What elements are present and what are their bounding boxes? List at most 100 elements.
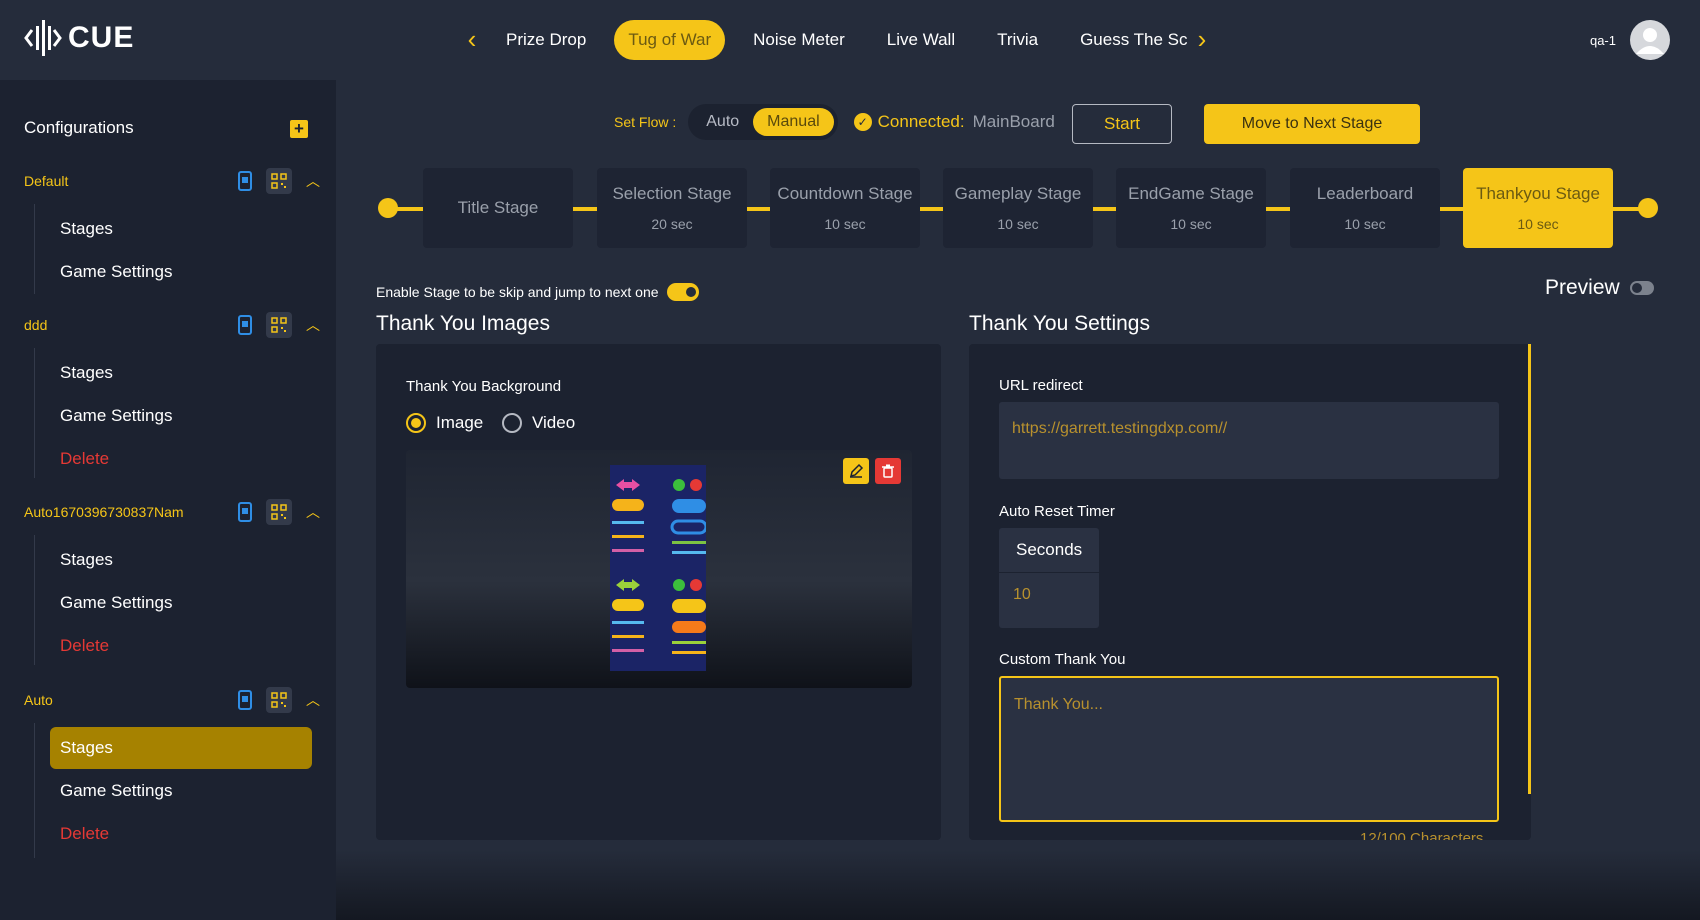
seconds-label: Seconds <box>1016 540 1083 559</box>
group-ddd[interactable]: ddd <box>24 317 47 333</box>
preview-toggle[interactable] <box>1629 281 1654 295</box>
mobile-icon[interactable] <box>232 168 258 194</box>
chevron-up-icon[interactable]: ︿ <box>306 690 320 710</box>
sidebar-item-game-settings[interactable]: Game Settings <box>50 251 312 293</box>
start-button[interactable]: Start <box>1072 104 1172 144</box>
connected-label: Connected: <box>877 112 965 131</box>
group-auto1670396730837nam[interactable]: Auto1670396730837Nam <box>24 504 184 520</box>
seconds-input[interactable]: 10 <box>1013 586 1031 604</box>
stage-time: 10 sec <box>997 216 1039 232</box>
avatar[interactable] <box>1630 20 1670 60</box>
game-nav-tabs: Prize Drop Tug of War Noise Meter Live W… <box>492 20 1201 60</box>
qr-code-icon[interactable] <box>266 312 292 338</box>
stage-time: 20 sec <box>651 216 693 232</box>
qr-code-icon[interactable] <box>266 687 292 713</box>
set-flow-label: Set Flow : <box>614 114 677 130</box>
stage-title[interactable]: Title Stage <box>423 168 573 248</box>
logo-text: CUE <box>68 21 135 54</box>
sidebar-item-stages[interactable]: Stages <box>50 208 312 250</box>
url-redirect-input[interactable]: https://garrett.testingdxp.com// <box>999 402 1499 479</box>
game-sprite-image <box>610 465 706 671</box>
qr-code-icon[interactable] <box>266 499 292 525</box>
radio-image-label: Image <box>436 413 484 432</box>
cue-logo-icon <box>24 20 62 56</box>
sidebar-item-stages[interactable]: Stages <box>50 539 312 581</box>
flow-option-auto[interactable]: Auto <box>692 108 753 136</box>
flow-toggle[interactable]: Auto Manual <box>688 104 838 140</box>
user-menu[interactable]: qa-1 <box>1590 20 1670 60</box>
mobile-icon[interactable] <box>232 499 258 525</box>
tab-live-wall[interactable]: Live Wall <box>873 20 969 60</box>
mobile-icon[interactable] <box>232 312 258 338</box>
stage-countdown[interactable]: Countdown Stage 10 sec <box>770 168 920 248</box>
connection-status: ✓ Connected: MainBoard <box>853 112 1055 132</box>
sidebar-item-game-settings[interactable]: Game Settings <box>50 770 312 812</box>
group-default[interactable]: Default <box>24 173 68 189</box>
background-preview <box>406 450 912 688</box>
move-to-next-stage-button[interactable]: Move to Next Stage <box>1204 104 1420 144</box>
chevron-up-icon[interactable]: ︿ <box>306 315 320 335</box>
edit-pencil-icon[interactable] <box>843 458 869 484</box>
cue-logo[interactable]: CUE <box>24 18 134 58</box>
add-configuration-icon[interactable]: + <box>290 120 308 138</box>
check-circle-icon: ✓ <box>853 113 872 131</box>
stage-leaderboard[interactable]: Leaderboard 10 sec <box>1290 168 1440 248</box>
tab-noise-meter[interactable]: Noise Meter <box>739 20 859 60</box>
stage-name: Selection Stage <box>612 184 732 203</box>
custom-thank-you-textarea[interactable]: Thank You... <box>999 676 1499 822</box>
nav-prev-arrow-icon[interactable]: ‹ <box>458 25 486 53</box>
group-default-actions: ︿ <box>232 168 320 194</box>
stage-endgame[interactable]: EndGame Stage 10 sec <box>1116 168 1266 248</box>
enable-skip-row: Enable Stage to be skip and jump to next… <box>376 283 699 301</box>
stage-name: Thankyou Stage <box>1476 184 1600 203</box>
nav-next-arrow-icon[interactable]: › <box>1188 25 1216 53</box>
group-auto-long-actions: ︿ <box>232 499 320 525</box>
stage-name: Title Stage <box>457 198 539 217</box>
chevron-up-icon[interactable]: ︿ <box>306 171 320 191</box>
stage-selection[interactable]: Selection Stage 20 sec <box>597 168 747 248</box>
group-auto[interactable]: Auto <box>24 692 53 708</box>
stage-name: Leaderboard <box>1316 184 1414 203</box>
flow-option-manual[interactable]: Manual <box>753 108 834 136</box>
radio-circle[interactable] <box>502 413 522 433</box>
preview-row: Preview <box>1545 276 1654 300</box>
stage-name: EndGame Stage <box>1128 184 1254 203</box>
radio-circle-checked[interactable] <box>406 413 426 433</box>
tab-guess-the-sc[interactable]: Guess The Sc <box>1066 20 1201 60</box>
enable-skip-toggle[interactable] <box>666 283 699 301</box>
stage-time: 10 sec <box>1344 216 1386 232</box>
tree-line <box>34 348 35 478</box>
mobile-icon[interactable] <box>232 687 258 713</box>
stage-time: 10 sec <box>1517 216 1559 232</box>
tab-prize-drop[interactable]: Prize Drop <box>492 20 600 60</box>
group-auto-actions: ︿ <box>232 687 320 713</box>
auto-reset-timer-label: Auto Reset Timer <box>999 503 1115 520</box>
sidebar-item-game-settings[interactable]: Game Settings <box>50 395 312 437</box>
sidebar-item-stages[interactable]: Stages <box>50 352 312 394</box>
radio-image[interactable]: Image <box>406 413 483 433</box>
settings-scrollbar[interactable] <box>1528 344 1531 794</box>
track-end-dot <box>1638 198 1658 218</box>
tab-trivia[interactable]: Trivia <box>983 20 1052 60</box>
tab-tug-of-war[interactable]: Tug of War <box>614 20 726 60</box>
trash-icon[interactable] <box>875 458 901 484</box>
sidebar-item-stages-active[interactable]: Stages <box>50 727 312 769</box>
connected-board: MainBoard <box>972 112 1055 131</box>
stage-name: Gameplay Stage <box>954 184 1082 203</box>
stage-gameplay[interactable]: Gameplay Stage 10 sec <box>943 168 1093 248</box>
preview-label: Preview <box>1545 276 1620 299</box>
qr-code-icon[interactable] <box>266 168 292 194</box>
background-label: Thank You Background <box>406 378 562 395</box>
track-start-dot <box>378 198 398 218</box>
stage-thankyou[interactable]: Thankyou Stage 10 sec <box>1463 168 1613 248</box>
sidebar-item-game-settings[interactable]: Game Settings <box>50 582 312 624</box>
sidebar-item-delete[interactable]: Delete <box>50 813 312 855</box>
sidebar-item-delete[interactable]: Delete <box>50 625 312 667</box>
sidebar-item-delete[interactable]: Delete <box>50 438 312 480</box>
divider <box>999 572 1099 573</box>
chevron-up-icon[interactable]: ︿ <box>306 502 320 522</box>
tree-line <box>34 535 35 665</box>
radio-video[interactable]: Video <box>502 413 575 433</box>
radio-video-label: Video <box>532 413 576 432</box>
seconds-box: Seconds 10 <box>999 528 1099 628</box>
